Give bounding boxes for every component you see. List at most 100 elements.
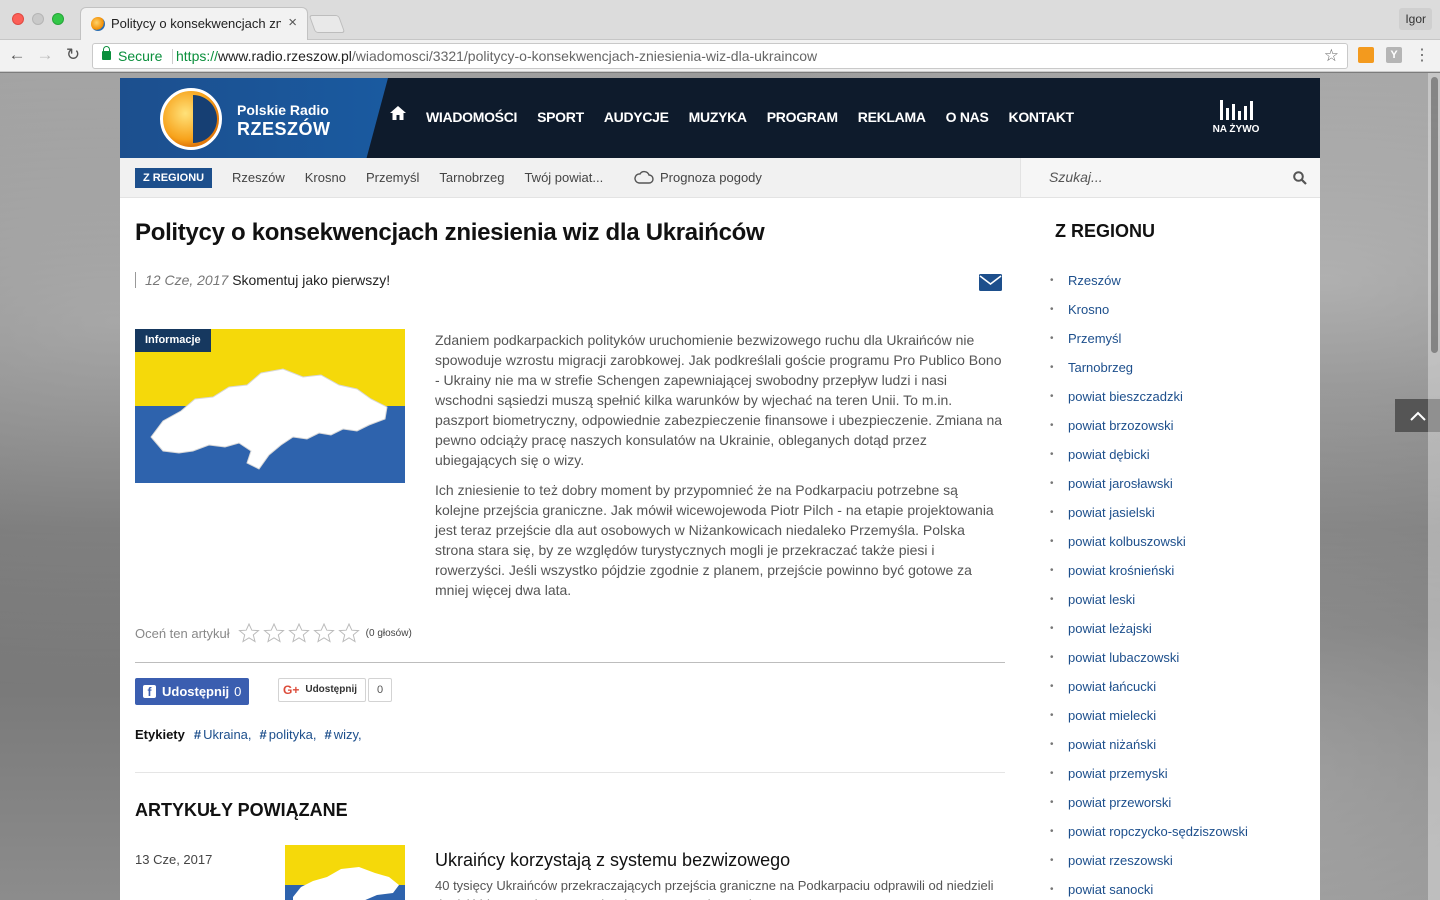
profile-button[interactable]: Igor: [1399, 8, 1432, 30]
live-stream-button[interactable]: NA ŻYWO: [1208, 98, 1264, 135]
nav-reklama[interactable]: REKLAMA: [858, 109, 926, 125]
article-paragraph-1: Zdaniem podkarpackich polityków uruchomi…: [435, 332, 1003, 468]
sidebar-region-item[interactable]: Krosno: [1050, 301, 1310, 330]
tab-title: Politycy o konsekwencjach zniesienia wiz…: [111, 16, 281, 31]
search-icon[interactable]: [1293, 171, 1307, 185]
article-image[interactable]: Informacje: [135, 329, 405, 483]
tag-link[interactable]: # wizy,: [324, 727, 361, 742]
sidebar-region-item[interactable]: powiat leżajski: [1050, 620, 1310, 649]
sidebar-region-item[interactable]: Przemyśl: [1050, 330, 1310, 359]
y-extension-icon[interactable]: Y: [1386, 47, 1402, 63]
sidebar-heading: Z REGIONU: [1055, 221, 1156, 241]
rating-label: Oceń ten artykuł: [135, 625, 230, 641]
reload-icon[interactable]: ↻: [62, 44, 84, 66]
comment-link[interactable]: Skomentuj jako pierwszy!: [232, 272, 390, 288]
nav-kontakt[interactable]: KONTAKT: [1009, 109, 1075, 125]
logo-circle-icon: [160, 88, 222, 150]
nav-muzyka[interactable]: MUZYKA: [689, 109, 747, 125]
region-link-powiat[interactable]: Twój powiat...: [524, 170, 603, 185]
related-title[interactable]: Ukraińcy korzystają z systemu bezwizoweg…: [435, 850, 790, 871]
home-icon[interactable]: [390, 106, 406, 120]
site-page: Polskie Radio RZESZÓW WIADOMOŚCI SPORT A…: [120, 78, 1320, 900]
close-window-button[interactable]: [12, 13, 24, 25]
logo[interactable]: Polskie Radio RZESZÓW: [120, 78, 388, 158]
region-link-przemysl[interactable]: Przemyśl: [366, 170, 419, 185]
related-date: 13 Cze, 2017: [135, 852, 213, 867]
browser-tabbar: Politycy o konsekwencjach zniesienia wiz…: [0, 0, 1440, 40]
maximize-window-button[interactable]: [52, 13, 64, 25]
rating-star-icon[interactable]: [337, 623, 360, 643]
region-badge[interactable]: Z REGIONU: [135, 168, 213, 188]
sidebar-region-item[interactable]: Tarnobrzeg: [1050, 359, 1310, 388]
page-scrollbar[interactable]: [1428, 73, 1440, 900]
sidebar-region-item[interactable]: powiat mielecki: [1050, 707, 1310, 736]
sidebar-region-item[interactable]: powiat sanocki: [1050, 881, 1310, 900]
facebook-share-label: Udostępnij: [162, 684, 230, 699]
sidebar-region-item[interactable]: powiat krośnieński: [1050, 562, 1310, 591]
article-date: 12 Cze, 2017: [145, 272, 229, 288]
rating-star-icon[interactable]: [312, 623, 335, 643]
article-paragraph-2: Ich zniesienie to też dobry moment by pr…: [435, 482, 994, 598]
tab-close-icon[interactable]: ×: [288, 14, 297, 31]
sidebar-region-item[interactable]: powiat łańcucki: [1050, 678, 1310, 707]
weather-link[interactable]: Prognoza pogody: [660, 170, 762, 185]
scrollbar-thumb[interactable]: [1431, 77, 1438, 353]
sidebar-region-item[interactable]: powiat lubaczowski: [1050, 649, 1310, 678]
envelope-icon[interactable]: [979, 274, 1002, 291]
sidebar-region-item[interactable]: powiat dębicki: [1050, 446, 1310, 475]
back-arrow-icon[interactable]: ←: [6, 44, 28, 66]
minimize-window-button[interactable]: [32, 13, 44, 25]
secure-label: Secure: [118, 48, 163, 64]
sidebar-region-item[interactable]: powiat leski: [1050, 591, 1310, 620]
url-text[interactable]: https://www.radio.rzeszow.pl/wiadomosci/…: [176, 48, 817, 64]
sidebar-region-item[interactable]: powiat ropczycko-sędziszowski: [1050, 823, 1310, 852]
nav-sport[interactable]: SPORT: [537, 109, 584, 125]
rating-star-icon[interactable]: [237, 623, 260, 643]
tag-link[interactable]: # Ukraina,: [194, 727, 252, 742]
browser-tab-active[interactable]: Politycy o konsekwencjach zniesienia wiz…: [80, 7, 308, 40]
sidebar-region-item[interactable]: powiat brzozowski: [1050, 417, 1310, 446]
tag-label: Ukraina,: [203, 727, 252, 742]
address-bar[interactable]: Secure https://www.radio.rzeszow.pl/wiad…: [92, 43, 1348, 69]
sidebar-region-item[interactable]: powiat przemyski: [1050, 765, 1310, 794]
sidebar-region-item[interactable]: powiat niżański: [1050, 736, 1310, 765]
sidebar-region-item[interactable]: powiat jarosławski: [1050, 475, 1310, 504]
sidebar-region-item[interactable]: Rzeszów: [1050, 272, 1310, 301]
sidebar-region-list: RzeszówKrosnoPrzemyślTarnobrzegpowiat bi…: [1050, 272, 1310, 900]
new-tab-button[interactable]: [308, 15, 346, 33]
bookmark-star-icon[interactable]: ☆: [1324, 46, 1339, 66]
forward-arrow-icon[interactable]: →: [34, 44, 56, 66]
sidebar-region-item[interactable]: powiat bieszczadzki: [1050, 388, 1310, 417]
tag-link[interactable]: # polityka,: [260, 727, 317, 742]
browser-menu-icon[interactable]: ⋮: [1414, 45, 1430, 65]
url-path: /wiadomosci/3321/politycy-o-konsekwencja…: [351, 48, 818, 64]
nav-audycje[interactable]: AUDYCJE: [604, 109, 669, 125]
region-link-rzeszow[interactable]: Rzeszów: [232, 170, 285, 185]
search-input[interactable]: Szukaj...: [1049, 169, 1103, 185]
ukraine-map-icon: [150, 368, 388, 470]
gplus-share-label: Udostępnij: [305, 684, 358, 695]
rating-star-icon[interactable]: [262, 623, 285, 643]
nav-program[interactable]: PROGRAM: [767, 109, 838, 125]
nav-wiadomosci[interactable]: WIADOMOŚCI: [426, 109, 517, 125]
rating-star-icon[interactable]: [287, 623, 310, 643]
cloud-icon: [634, 170, 654, 184]
divider: [135, 662, 1005, 663]
sidebar-region-item[interactable]: powiat kolbuszowski: [1050, 533, 1310, 562]
related-image[interactable]: [285, 845, 405, 900]
region-link-krosno[interactable]: Krosno: [305, 170, 346, 185]
search-field[interactable]: Szukaj...: [1020, 158, 1320, 198]
sidebar-region-item[interactable]: powiat przeworski: [1050, 794, 1310, 823]
sidebar-region-item[interactable]: powiat rzeszowski: [1050, 852, 1310, 881]
region-link-tarnobrzeg[interactable]: Tarnobrzeg: [439, 170, 504, 185]
gplus-share-button[interactable]: G+ Udostępnij: [278, 678, 367, 702]
sidebar-region-item[interactable]: powiat jasielski: [1050, 504, 1310, 533]
nav-o-nas[interactable]: O NAS: [946, 109, 989, 125]
gplus-share-count: 0: [368, 678, 392, 702]
votes-count: (0 głosów): [365, 627, 412, 639]
facebook-share-button[interactable]: f Udostępnij 0: [135, 678, 250, 705]
image-category-badge[interactable]: Informacje: [135, 329, 211, 352]
tags-row: Etykiety # Ukraina, # polityka, # wizy,: [135, 727, 370, 742]
rss-extension-icon[interactable]: [1358, 47, 1374, 63]
tag-label: polityka,: [268, 727, 317, 742]
